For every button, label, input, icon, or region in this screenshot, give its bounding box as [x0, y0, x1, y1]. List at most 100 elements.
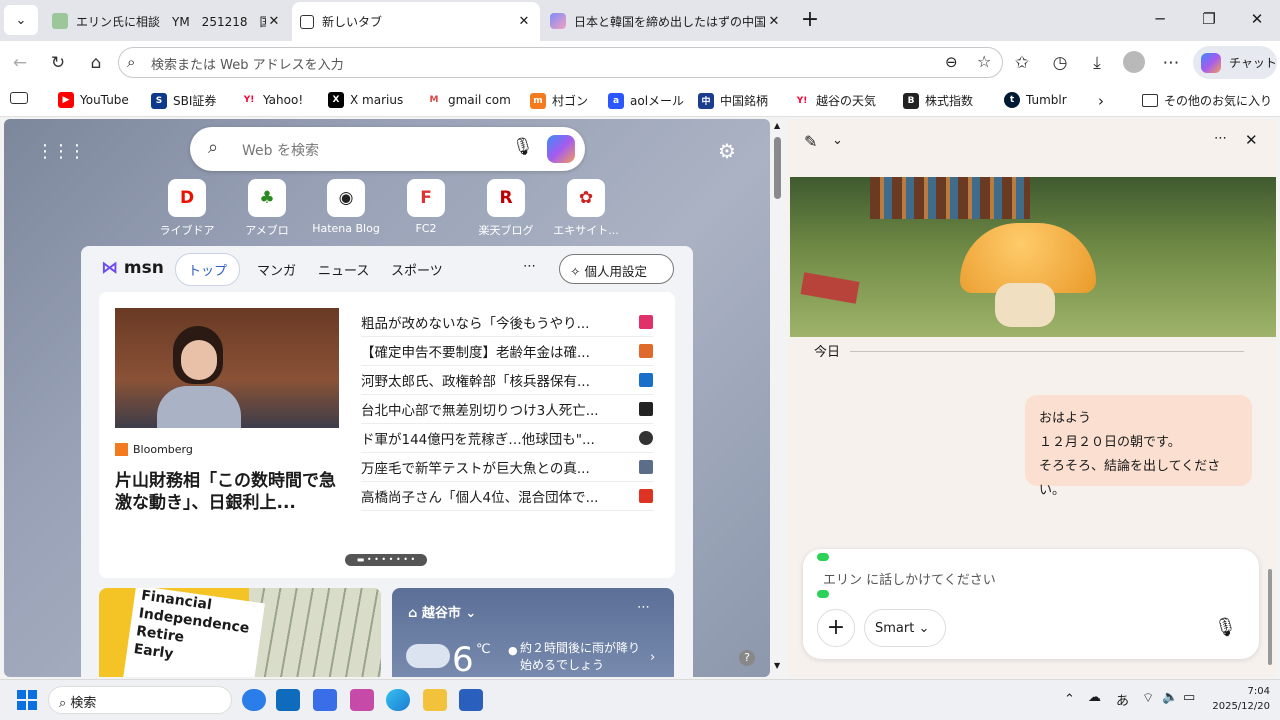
bookmark-weather[interactable]: Y! 越谷の天気: [794, 92, 876, 109]
tab-actions-button[interactable]: ⌄: [4, 5, 38, 35]
weather-card[interactable]: ⌂ 越谷市 ⌄ ⋯ 6 ℃ ● 約２時間後に雨が降り始めるでしょう ›: [392, 588, 674, 677]
tab-china[interactable]: 日本と韓国を締め出したはずの中国が ✕: [542, 4, 790, 38]
tab-top[interactable]: トップ: [175, 253, 241, 286]
more-icon[interactable]: ⋯: [523, 259, 536, 274]
carousel-dots[interactable]: ▬ • • • • • • •: [345, 554, 427, 566]
favorite-star-icon[interactable]: ☆: [977, 52, 991, 71]
headline-item[interactable]: 台北中心部で無差別切りつけ3人死亡...: [361, 395, 653, 424]
outlook-icon[interactable]: [276, 689, 300, 711]
tab-sports[interactable]: スポーツ: [391, 260, 443, 279]
bookmark-gmail[interactable]: Mgmail com: [426, 92, 511, 108]
apps-grid-icon[interactable]: ⋮⋮⋮: [36, 141, 86, 162]
back-arrow-icon[interactable]: ←: [8, 51, 32, 75]
settings-gear-icon[interactable]: ⚙: [718, 139, 736, 163]
copilot-icon[interactable]: [547, 135, 575, 163]
copilot-sidebar: ✎ ⌄ ⋯ ✕ 今日 おはよう １２月２０日の朝です。 そろそろ、結論を出してく…: [788, 119, 1276, 677]
headline-item[interactable]: 万座毛で新竿テストが巨大魚との真...: [361, 453, 653, 482]
address-bar[interactable]: ⌕ 検索または Web アドレスを入力 ⊖ ☆: [118, 47, 1003, 78]
msn-feed: ⋈ msn トップ マンガ ニュース スポーツ ⋯ ✧ 個人用設定 Bloomb…: [81, 246, 693, 677]
close-icon[interactable]: ✕: [266, 14, 282, 29]
bookmark-sbi[interactable]: S SBI証券: [151, 92, 216, 109]
word-icon[interactable]: [459, 689, 483, 711]
restore-button[interactable]: ❐: [1194, 10, 1224, 28]
bookmark-tumblr[interactable]: t Tumblr: [1004, 92, 1067, 108]
copilot-chat-button[interactable]: チャット: [1193, 46, 1277, 79]
bookmark-index[interactable]: B 株式指数: [903, 92, 973, 109]
search-icon: ⌕: [208, 137, 219, 158]
copilot-icon: [1201, 52, 1221, 73]
taskbar-search[interactable]: ⌕ 検索: [48, 686, 232, 714]
tab-erin[interactable]: エリン氏に相談 YM 251218 国民 ✕: [44, 4, 290, 38]
more-menu-icon[interactable]: ⋯: [1159, 51, 1183, 75]
help-icon[interactable]: ?: [739, 650, 755, 666]
quick-link-livedoor[interactable]: D ライブドア: [149, 179, 225, 238]
chevron-up-icon[interactable]: ⌃: [1064, 692, 1075, 707]
web-search-box[interactable]: ⌕ Web を検索 🎙: [190, 127, 585, 171]
quick-link-hatena[interactable]: ◉ Hatena Blog: [308, 179, 384, 235]
more-icon[interactable]: ⋯: [1214, 131, 1227, 146]
quick-link-excite[interactable]: ✿ エキサイト...: [548, 179, 624, 238]
volume-icon[interactable]: 🔈: [1162, 690, 1178, 705]
history-icon[interactable]: ◷: [1048, 51, 1072, 75]
copilot-app-icon[interactable]: [242, 689, 266, 711]
close-icon[interactable]: ✕: [1245, 131, 1258, 149]
finance-card[interactable]: Financial Independence Retire Early: [99, 588, 381, 677]
file-explorer-icon[interactable]: [423, 689, 447, 711]
battery-icon[interactable]: ▭: [1183, 690, 1195, 705]
hero-image[interactable]: [115, 308, 339, 428]
bookmark-china-stocks[interactable]: 中中国銘柄: [698, 92, 768, 109]
tab-new-tab[interactable]: 新しいタブ ✕: [292, 2, 540, 41]
close-icon[interactable]: ✕: [516, 14, 532, 29]
chevron-right-icon[interactable]: ›: [1098, 92, 1104, 110]
close-window-button[interactable]: ✕: [1242, 10, 1272, 28]
headline-item[interactable]: 高橋尚子さん「個人4位、混合団体で...: [361, 482, 653, 511]
chevron-down-icon[interactable]: ⌄: [832, 133, 843, 148]
microphone-icon[interactable]: 🎙: [512, 137, 534, 157]
mode-selector[interactable]: Smart ⌄: [864, 609, 946, 647]
quick-link-fc2[interactable]: F FC2: [388, 179, 464, 235]
bookmark-muragon[interactable]: m 村ゴン: [530, 92, 588, 109]
new-tab-button[interactable]: +: [797, 8, 823, 34]
favorites-icon[interactable]: ✩: [1010, 51, 1034, 75]
more-icon[interactable]: ⋯: [637, 600, 650, 615]
edge-icon[interactable]: [386, 689, 410, 711]
add-button[interactable]: +: [817, 609, 855, 647]
profile-avatar[interactable]: [1122, 51, 1146, 75]
ime-icon[interactable]: あ: [1116, 690, 1129, 709]
minimize-button[interactable]: ─: [1145, 10, 1175, 28]
bookmark-youtube[interactable]: ▶ YouTube: [58, 92, 129, 108]
bookmark-yahoo[interactable]: Y! Yahoo!: [241, 92, 303, 108]
wifi-icon[interactable]: ⌔: [1142, 690, 1154, 706]
refresh-icon[interactable]: ↻: [46, 51, 70, 75]
chevron-right-icon[interactable]: ›: [650, 650, 655, 665]
personalize-button[interactable]: ✧ 個人用設定: [559, 254, 674, 284]
close-icon[interactable]: ✕: [766, 14, 782, 29]
hero-title[interactable]: 片山財務相「この数時間で急激な動き」、日銀利上...: [115, 470, 345, 514]
bookmark-other-folder[interactable]: その他のお気に入り: [1142, 92, 1272, 109]
sidebar-scrollbar[interactable]: [1268, 569, 1272, 665]
zoom-icon[interactable]: ⊖: [945, 53, 958, 71]
headline-item[interactable]: 河野太郎氏、政権幹部「核兵器保有...: [361, 366, 653, 395]
home-icon[interactable]: ⌂: [84, 51, 108, 75]
microphone-icon[interactable]: 🎙: [1214, 617, 1237, 638]
collections-icon[interactable]: [10, 92, 28, 104]
snipping-tool-icon[interactable]: [350, 689, 374, 711]
headline-item[interactable]: 【確定申告不要制度】老齢年金は確...: [361, 337, 653, 366]
bookmark-aol[interactable]: a aolメール: [608, 92, 684, 109]
mail-icon[interactable]: [313, 689, 337, 711]
chat-input[interactable]: エリン に話しかけてください: [823, 569, 996, 588]
clock[interactable]: 7:04 2025/12/20: [1206, 684, 1270, 714]
new-chat-icon[interactable]: ✎: [804, 132, 817, 151]
download-icon[interactable]: ⤓: [1085, 51, 1109, 75]
page-scrollbar[interactable]: ▲ ▼: [770, 119, 786, 677]
quick-link-rakuten[interactable]: R 楽天ブログ: [468, 179, 544, 238]
tab-news[interactable]: ニュース: [318, 260, 369, 279]
onedrive-icon[interactable]: ☁: [1088, 690, 1101, 705]
headline-item[interactable]: 粗品が改めないなら「今後もうやり...: [361, 308, 653, 337]
tab-manga[interactable]: マンガ: [257, 260, 296, 279]
quick-link-ameblo[interactable]: ♣ アメブロ: [229, 179, 305, 238]
bookmark-x[interactable]: XX marius: [328, 92, 403, 108]
chat-input-box[interactable]: エリン に話しかけてください + Smart ⌄ 🎙: [803, 549, 1259, 659]
headline-item[interactable]: ド軍が144億円を荒稼ぎ…他球団も"...: [361, 424, 653, 453]
start-button[interactable]: [17, 690, 37, 710]
